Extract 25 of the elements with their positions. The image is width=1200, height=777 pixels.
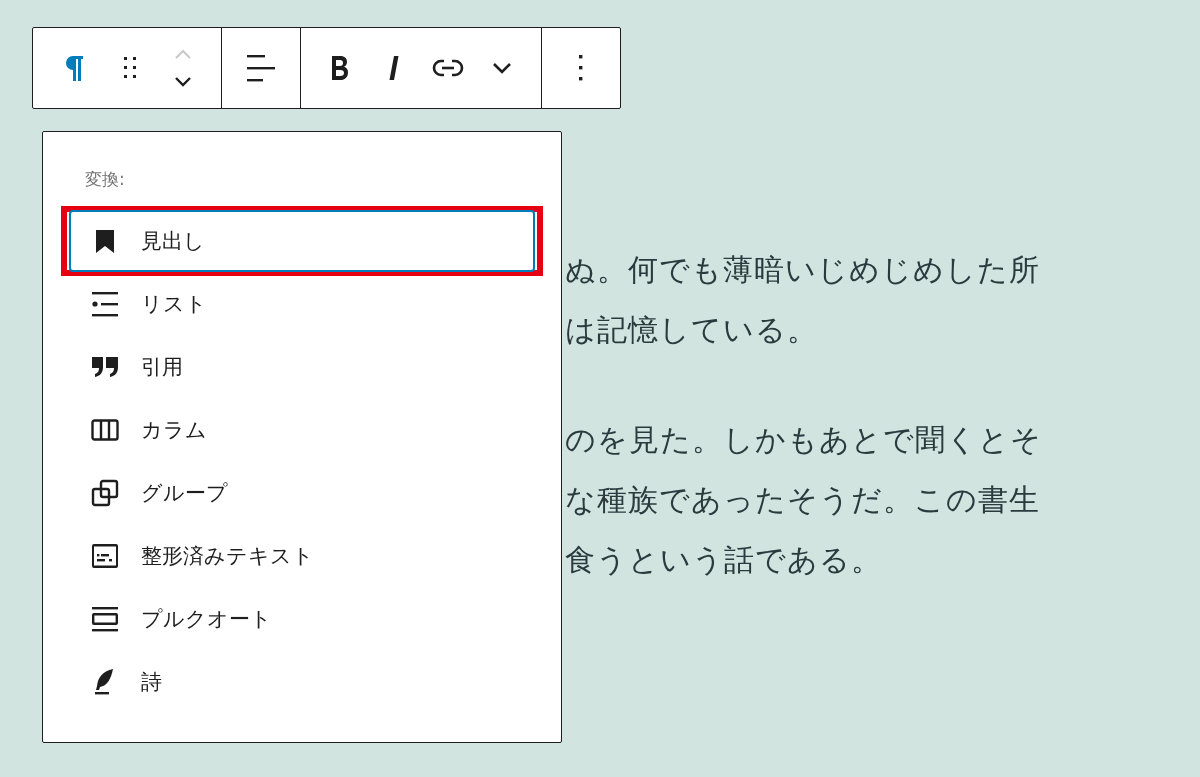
paragraph-text-line: は記憶している。 (565, 311, 819, 349)
chevron-down-icon (491, 61, 513, 75)
menu-heading: 変換: (84, 168, 126, 191)
paragraph-text-line: 食うという話である。 (565, 541, 883, 579)
menu-item[interactable]: カラム (69, 398, 535, 461)
menu-item[interactable]: 見出し (69, 210, 535, 272)
pullquote-icon (91, 604, 119, 633)
link-icon (432, 58, 464, 78)
align-left-icon (246, 54, 276, 82)
preformatted-icon (91, 541, 119, 570)
menu-item[interactable]: リスト (69, 272, 535, 335)
drag-handle-icon (123, 56, 137, 80)
menu-item[interactable]: 引用 (69, 335, 535, 398)
menu-item[interactable]: 詩 (69, 650, 535, 713)
bold-icon (330, 55, 350, 81)
menu-item[interactable]: プルクオート (69, 587, 535, 650)
more-vertical-icon (578, 54, 584, 82)
menu-item[interactable]: グループ (69, 461, 535, 524)
paragraph-text-line: のを見た。しかもあとで聞くとそ (565, 421, 1042, 459)
italic-icon (388, 55, 400, 81)
overlapping-squares-icon (91, 478, 119, 507)
menu-item[interactable]: 整形済みテキスト (69, 524, 535, 587)
paragraph-text-line: ぬ。何でも薄暗いじめじめした所 (565, 251, 1041, 289)
paragraph-text-line: な種族であったそうだ。この書生 (565, 481, 1041, 519)
list-icon (91, 289, 119, 318)
